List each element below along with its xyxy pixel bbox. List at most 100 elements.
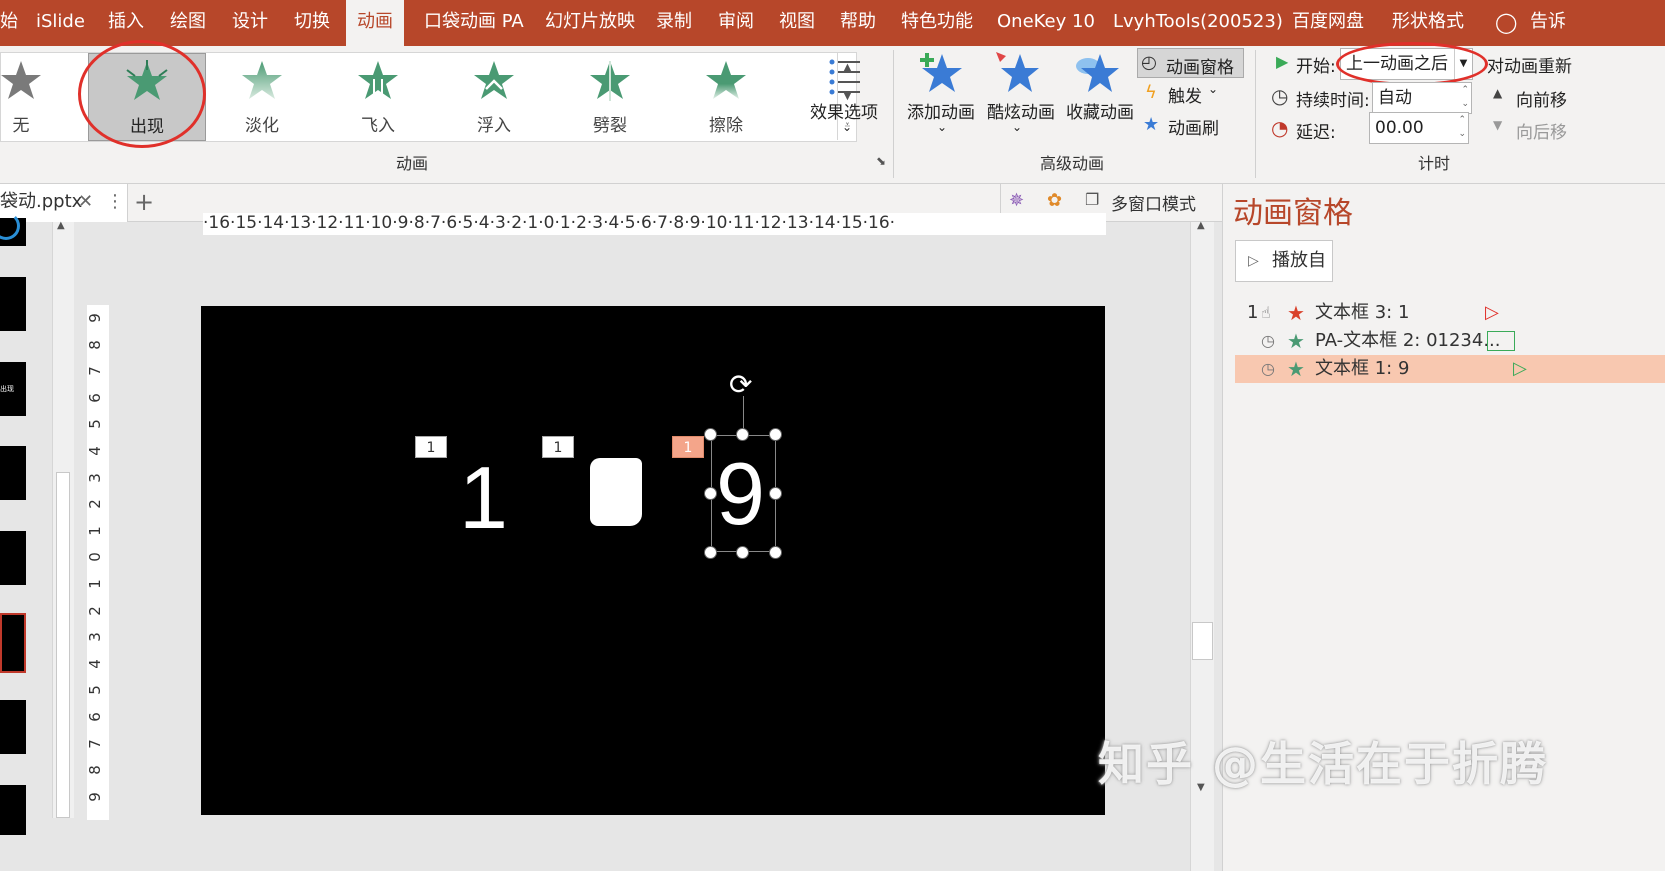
- lightbulb-icon[interactable]: ◯: [1495, 10, 1517, 34]
- timeline-marker-icon: ▷: [1513, 358, 1527, 379]
- resize-handle[interactable]: [769, 487, 782, 500]
- duration-input[interactable]: 自动 ⌃ ⌄: [1372, 82, 1472, 114]
- menu-design[interactable]: 设计: [232, 0, 268, 46]
- animation-pane-title: 动画窗格: [1233, 196, 1353, 231]
- menu-home[interactable]: 始: [0, 0, 18, 46]
- fav-animation-icon[interactable]: [1074, 50, 1120, 100]
- animation-list-item[interactable]: 1 ☝ ★ 文本框 3: 1 ▷: [1235, 299, 1665, 327]
- slide-thumbnail[interactable]: [0, 277, 26, 331]
- spinner-icon[interactable]: ⌃ ⌄: [1461, 83, 1469, 111]
- resize-handle[interactable]: [769, 428, 782, 441]
- scroll-up-icon[interactable]: ▲: [1197, 220, 1205, 231]
- effect-options-icon[interactable]: [826, 56, 866, 96]
- ruler-tick-label: 8: [87, 765, 104, 775]
- resize-handle[interactable]: [769, 546, 782, 559]
- menu-features[interactable]: 特色功能: [901, 0, 973, 46]
- animation-split[interactable]: 劈裂: [551, 53, 669, 141]
- resize-handle[interactable]: [736, 428, 749, 441]
- menu-baidu-disk[interactable]: 百度网盘: [1292, 0, 1364, 46]
- animation-tag[interactable]: 1: [415, 436, 447, 458]
- horizontal-ruler: ·16·15·14·13·12·11·10·9·8·7·6·5·4·3·2·1·…: [203, 213, 1106, 235]
- delay-input[interactable]: 00.00 ⌃ ⌄: [1369, 112, 1469, 144]
- menu-transitions[interactable]: 切换: [294, 0, 330, 46]
- menu-shape-format[interactable]: 形状格式: [1392, 0, 1464, 46]
- animation-painter-button[interactable]: 动画刷: [1168, 114, 1219, 139]
- menu-islide[interactable]: iSlide: [36, 0, 85, 46]
- multiwindow-button[interactable]: 多窗口模式: [1111, 190, 1196, 215]
- slide-thumbnail[interactable]: [0, 700, 26, 754]
- more-icon[interactable]: ⋮: [106, 184, 124, 220]
- resize-handle[interactable]: [704, 428, 717, 441]
- slide-thumbnail[interactable]: [0, 446, 26, 500]
- menu-view[interactable]: 视图: [779, 0, 815, 46]
- menu-slideshow[interactable]: 幻灯片放映: [545, 0, 635, 46]
- resize-handle[interactable]: [736, 546, 749, 559]
- group-label-timing: 计时: [1418, 154, 1451, 173]
- animation-pane-button[interactable]: ◴ 动画窗格: [1137, 48, 1244, 78]
- animation-fade[interactable]: 淡化: [203, 53, 321, 141]
- spinner-icon[interactable]: ⌃ ⌄: [1458, 113, 1466, 141]
- play-from-button[interactable]: ▷ 播放自: [1235, 240, 1333, 282]
- ruler-tick-label: 3: [87, 472, 104, 483]
- resize-handle[interactable]: [704, 546, 717, 559]
- menu-record[interactable]: 录制: [656, 0, 692, 46]
- animation-none[interactable]: 无: [0, 53, 71, 141]
- document-tab[interactable]: 袋动.pptx ✕ ⋮: [0, 184, 128, 222]
- pa-text-box-2[interactable]: [590, 458, 642, 526]
- document-tab-name: 袋动.pptx: [0, 191, 83, 212]
- delay-icon: ◔: [1271, 116, 1289, 140]
- animation-list-item[interactable]: ◷ ★ PA-文本框 2: 01234...: [1235, 327, 1665, 355]
- menu-onekey[interactable]: OneKey 10: [997, 0, 1095, 46]
- animation-tag[interactable]: 1: [542, 436, 574, 458]
- star-floatin-icon: [474, 61, 514, 99]
- scrollbar-thumb[interactable]: [56, 472, 70, 818]
- menu-pocket-animation[interactable]: 口袋动画 PA: [424, 0, 524, 46]
- dialog-launcher-icon[interactable]: ⬊: [876, 154, 886, 168]
- gear-icon[interactable]: ✿: [1047, 190, 1062, 211]
- text-box-3[interactable]: 1: [459, 454, 508, 542]
- magic-icon[interactable]: ✵: [1009, 190, 1024, 211]
- slide-thumbnail[interactable]: 出现: [0, 362, 26, 416]
- text-box-1-selection[interactable]: 9: [711, 435, 776, 552]
- move-forward-button[interactable]: 向前移: [1516, 86, 1567, 111]
- scrollbar-thumb[interactable]: [1192, 622, 1213, 660]
- menu-review[interactable]: 审阅: [718, 0, 754, 46]
- animation-float-in[interactable]: 浮入: [435, 53, 553, 141]
- scroll-up-icon[interactable]: ▲: [57, 220, 65, 231]
- close-icon[interactable]: ✕: [78, 184, 93, 220]
- slide-thumbnail[interactable]: [0, 531, 26, 585]
- ribbon: 无 出现 淡化 飞入 浮入 劈裂 擦除 ▲ ▼ ⩡ 效果选项 ⌄ 动画 ⬊ 添加…: [0, 40, 1665, 184]
- animation-tag-selected[interactable]: 1: [672, 436, 704, 458]
- slide-thumbnail[interactable]: [0, 785, 26, 835]
- animation-wipe[interactable]: 擦除: [667, 53, 785, 141]
- ruler-tick-label: 1: [87, 526, 104, 536]
- trigger-button[interactable]: 触发: [1168, 82, 1202, 107]
- thumbnail-scrollbar[interactable]: ▲: [52, 220, 74, 818]
- slide-thumbnail[interactable]: [0, 212, 26, 246]
- menu-tell-me[interactable]: 告诉: [1530, 0, 1566, 46]
- menu-draw[interactable]: 绘图: [170, 0, 206, 46]
- menu-help[interactable]: 帮助: [840, 0, 876, 46]
- animation-pane-label: 动画窗格: [1166, 58, 1234, 78]
- slide-canvas[interactable]: 1 1 1 1 9 ⟳: [201, 306, 1105, 815]
- move-back-button[interactable]: 向后移: [1516, 118, 1567, 143]
- item-name: 文本框 1: 9: [1315, 358, 1410, 379]
- cool-animation-icon[interactable]: [994, 50, 1040, 100]
- menu-lvyhtools[interactable]: LvyhTools(200523): [1113, 0, 1283, 46]
- add-animation-icon[interactable]: [918, 50, 964, 100]
- animation-list-item-selected[interactable]: ◷ ★ 文本框 1: 9 ▷: [1235, 355, 1665, 383]
- resize-handle[interactable]: [704, 487, 717, 500]
- star-wipe-icon: [706, 61, 746, 99]
- ruler-tick-label: 4: [87, 659, 104, 669]
- fav-animation-button[interactable]: 收藏动画: [1066, 98, 1134, 123]
- star-icon: ★: [1287, 357, 1305, 381]
- rotate-icon[interactable]: ⟳: [729, 368, 752, 401]
- chevron-down-icon: ⌄: [937, 120, 948, 134]
- ruler-tick-label: 5: [87, 419, 104, 430]
- animation-fly-in[interactable]: 飞入: [319, 53, 437, 141]
- slide-thumbnail-selected[interactable]: [0, 613, 26, 673]
- add-tab-icon[interactable]: +: [134, 184, 154, 220]
- text-box-1[interactable]: 9: [716, 450, 765, 538]
- timeline-bar: [1487, 331, 1515, 351]
- menu-animations[interactable]: 动画: [346, 0, 404, 46]
